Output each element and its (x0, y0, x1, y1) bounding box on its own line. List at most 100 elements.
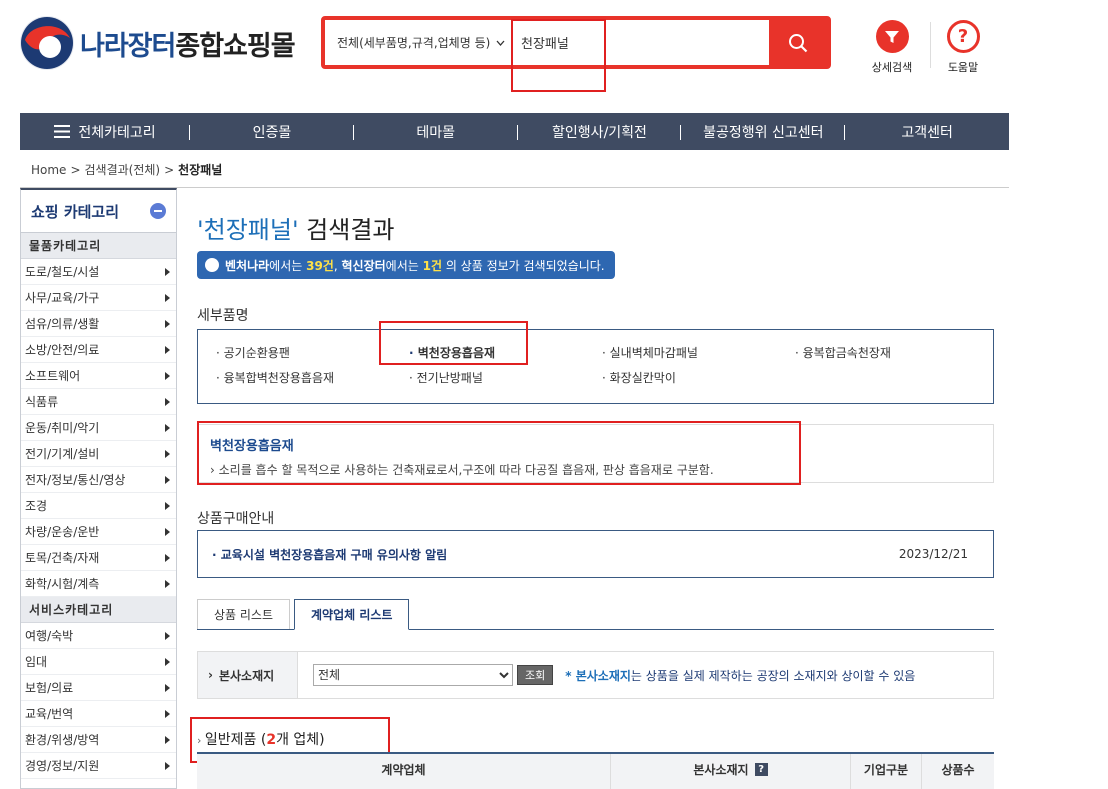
sidebar-item[interactable]: 소프트웨어 (21, 363, 176, 389)
col-product-count: 상품수 (941, 763, 975, 777)
breadcrumb-current: 천장패널 (178, 163, 223, 177)
collapse-icon[interactable] (150, 203, 166, 219)
search-notice-banner: 벤처나라에서는 39건, 혁신장터에서는 1건 의 상품 정보가 검색되었습니다… (197, 251, 615, 279)
sidebar-item[interactable]: 임대 (21, 649, 176, 675)
arrow-right-icon (165, 683, 170, 692)
col-hq-location-label: 본사소재지 (693, 763, 749, 777)
detail-item-link[interactable]: · 화장실칸막이 (602, 369, 795, 386)
detail-item-label: 융복합벽천장용흡음재 (223, 371, 335, 385)
notice-text: 벤처나라에서는 39건, 혁신장터에서는 1건 의 상품 정보가 검색되었습니다… (225, 257, 605, 274)
notice-innov-count[interactable]: 1건 (423, 259, 442, 273)
nav-all-categories[interactable]: 전체카테고리 (20, 122, 190, 142)
arrow-right-icon (165, 501, 170, 510)
notice-venture-label[interactable]: 벤처나라 (225, 259, 269, 273)
nav-item-theme-mall[interactable]: 테마몰 (354, 122, 518, 142)
highlight-box-search-input (511, 19, 606, 92)
chevron-right-icon: > (164, 162, 175, 177)
detail-search-label: 상세검색 (871, 61, 913, 74)
nav-item-events[interactable]: 할인행사/기획전 (518, 122, 682, 142)
detail-item-label: 융복합금속천장재 (802, 346, 891, 360)
tab-product-list[interactable]: 상품 리스트 (197, 599, 291, 629)
sidebar-item[interactable]: 식품류 (21, 389, 176, 415)
purchase-guide-date: 2023/12/21 (898, 547, 968, 561)
purchase-guide-box: · 교육시설 벽천장용흡음재 구매 유의사항 알림 2023/12/21 (197, 530, 994, 578)
arrow-right-icon (165, 293, 170, 302)
result-tabs: 상품 리스트 계약업체 리스트 (197, 599, 994, 630)
detail-item-label: 화장실칸막이 (609, 371, 676, 385)
site-logo[interactable]: 나라장터종합쇼핑몰 (20, 16, 296, 70)
help-label: 도움말 (947, 61, 979, 74)
arrow-right-icon: › (208, 668, 213, 682)
notice-tail: 의 상품 정보가 검색되었습니다. (442, 258, 605, 273)
sidebar-item[interactable]: 토목/건축/자재 (21, 545, 176, 571)
sidebar-item-label: 임대 (25, 655, 48, 669)
detail-item-link[interactable]: · 전기난방패널 (409, 369, 602, 386)
breadcrumb: Home > 검색결과(전체) > 천장패널 (31, 161, 222, 178)
page-title-keyword: 천장패널 (203, 216, 292, 244)
breadcrumb-search-results[interactable]: 검색결과(전체) (85, 161, 161, 178)
sidebar-item[interactable]: 보험/의료 (21, 675, 176, 701)
breadcrumb-home[interactable]: Home (31, 163, 66, 177)
detail-item-link[interactable]: · 융복합벽천장용흡음재 (216, 369, 409, 386)
sidebar-item-label: 차량/운송/운반 (25, 525, 100, 539)
sidebar-item[interactable]: 교육/번역 (21, 701, 176, 727)
sidebar-item[interactable]: 조경 (21, 493, 176, 519)
search-button[interactable] (769, 20, 827, 65)
purchase-guide-title: 교육시설 벽천장용흡음재 구매 유의사항 알림 (220, 547, 448, 562)
nav-item-customer-center[interactable]: 고객센터 (845, 122, 1009, 142)
detail-item-label: 실내벽체마감패널 (609, 346, 698, 360)
detail-items-heading: 세부품명 (197, 308, 249, 324)
main-nav: 전체카테고리 인증몰 테마몰 할인행사/기획전 불공정행위 신고센터 고객센터 (20, 113, 1009, 150)
sidebar-item[interactable]: 전자/정보/통신/영상 (21, 467, 176, 493)
detail-items-box: · 공기순환용팬 · 벽천장용흡음재 · 실내벽체마감패널 · 융복합금속천장재… (197, 329, 994, 404)
arrow-right-icon (165, 319, 170, 328)
logo-text-part-a: 나라장터 (80, 30, 176, 62)
search-scope-select[interactable]: 전체(세부품명,규격,업체명 등) (325, 20, 511, 65)
detail-item-link[interactable]: · 융복합금속천장재 (795, 344, 988, 361)
nav-item-report-center[interactable]: 불공정행위 신고센터 (681, 122, 845, 142)
sidebar-item-label: 소프트웨어 (25, 369, 81, 383)
sidebar-item[interactable]: 소방/안전/의료 (21, 337, 176, 363)
sidebar-item[interactable]: 사무/교육/가구 (21, 285, 176, 311)
sidebar-item[interactable]: 전기/기계/설비 (21, 441, 176, 467)
sidebar-item[interactable]: 운동/취미/악기 (21, 415, 176, 441)
sidebar-item[interactable]: 차량/운송/운반 (21, 519, 176, 545)
help-icon[interactable]: ? (754, 763, 768, 776)
arrow-right-icon (165, 371, 170, 380)
notice-innov-label[interactable]: 혁신장터 (342, 259, 386, 273)
sidebar-item-label: 교육/번역 (25, 707, 74, 721)
filter-note: * 본사소재지는 상품을 실제 제작하는 공장의 소재지와 상이할 수 있음 (565, 667, 915, 684)
col-contractor: 계약업체 (197, 754, 611, 789)
detail-search-button[interactable]: 상세검색 (862, 20, 922, 75)
sidebar-item[interactable]: 섬유/의류/생활 (21, 311, 176, 337)
filter-search-button[interactable]: 조회 (517, 665, 554, 685)
arrow-right-icon (165, 579, 170, 588)
nav-item-certified-mall[interactable]: 인증몰 (190, 122, 354, 142)
sidebar-item[interactable]: 환경/위생/방역 (21, 727, 176, 753)
lightbulb-icon (205, 258, 219, 272)
header-divider (930, 22, 931, 68)
search-icon (789, 33, 808, 52)
arrow-right-icon (165, 345, 170, 354)
hq-location-select[interactable]: 전체 (313, 664, 513, 686)
sidebar-item[interactable]: 도로/철도/시설 (21, 259, 176, 285)
sidebar-item[interactable]: 여행/숙박 (21, 623, 176, 649)
detail-item-link[interactable]: · 실내벽체마감패널 (602, 344, 795, 361)
arrow-right-icon (165, 267, 170, 276)
tab-contractor-list[interactable]: 계약업체 리스트 (294, 599, 410, 630)
purchase-guide-heading: 상품구매안내 (197, 511, 275, 527)
sidebar-item[interactable]: 경영/정보/지원 (21, 753, 176, 779)
question-icon: ? (946, 20, 980, 53)
arrow-right-icon (165, 735, 170, 744)
sidebar-item-label: 전기/기계/설비 (25, 447, 100, 461)
sidebar-item[interactable]: 화학/시험/계측 (21, 571, 176, 597)
purchase-guide-link[interactable]: · 교육시설 벽천장용흡음재 구매 유의사항 알림 (212, 546, 447, 563)
sidebar-item-label: 환경/위생/방역 (25, 733, 100, 747)
page-title: '천장패널' 검색결과 (197, 210, 395, 245)
sidebar-item-label: 사무/교육/가구 (25, 291, 100, 305)
help-button[interactable]: ? 도움말 (933, 20, 993, 75)
arrow-right-icon (165, 449, 170, 458)
sidebar-item-label: 경영/정보/지원 (25, 759, 100, 773)
notice-venture-count[interactable]: 39건 (306, 259, 334, 273)
sidebar-item-label: 여행/숙박 (25, 629, 74, 643)
